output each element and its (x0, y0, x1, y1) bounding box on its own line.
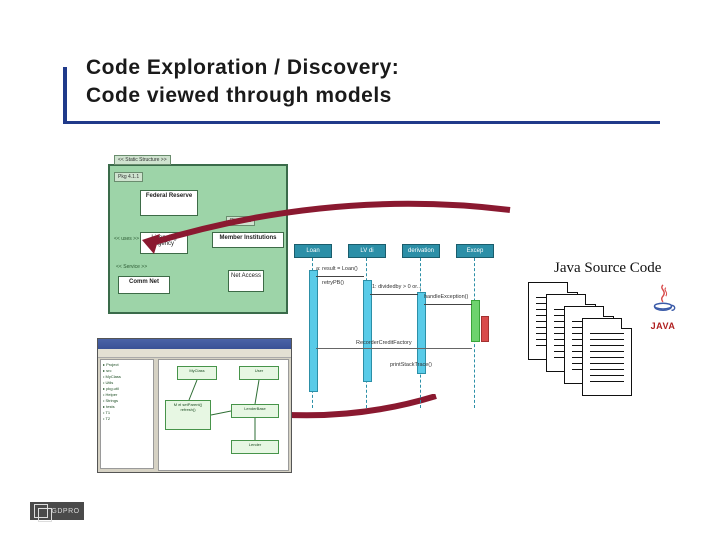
seq-head-0: Loan (294, 244, 332, 258)
title-corner-rule (63, 67, 67, 124)
sequence-diagram: Loan LV di derivation Excep a: result = … (294, 244, 494, 414)
footer-brand-text: GDPRO (51, 508, 79, 515)
cd-service-label: << Service >> (116, 264, 147, 270)
ide-tree: ▸ Project ▸ src • MyClass • Utils ▸ pkg.… (100, 359, 154, 469)
cd-header-tag: << Static Structure >> (114, 155, 171, 165)
java-logo: JAVA (644, 282, 682, 332)
footer-brand-icon (34, 504, 48, 518)
page-4 (582, 318, 632, 396)
seq-act-3b (481, 316, 489, 342)
seq-line-0 (316, 276, 364, 277)
seq-head-1: LV di (348, 244, 386, 258)
page-fold (603, 306, 614, 317)
seq-msg-4: RecorderCreditFactory (356, 340, 412, 346)
ide-toolbar (98, 349, 291, 358)
java-logo-text: JAVA (644, 321, 682, 331)
cd-sub-tag: Pkg 4.1.1 (114, 172, 143, 182)
java-source-label: Java Source Code (554, 260, 661, 277)
ide-arrows-icon (159, 360, 291, 470)
seq-head-2: derivation (402, 244, 440, 258)
ide-titlebar (98, 339, 291, 349)
seq-msg-3: handleException() (424, 294, 468, 300)
seq-act-0 (309, 270, 318, 392)
seq-msg-5: printStackTrace() (390, 362, 432, 368)
footer-brand: GDPRO (30, 502, 84, 520)
seq-line-4 (316, 348, 472, 349)
slide-title: Code Exploration / Discovery: Code viewe… (86, 54, 399, 111)
seq-act-3 (471, 300, 480, 342)
page-fold (585, 294, 596, 305)
title-line-1: Code Exploration / Discovery: (86, 54, 399, 82)
seq-line-2 (370, 294, 418, 295)
seq-line-3 (424, 304, 472, 305)
seq-head-3: Excep (456, 244, 494, 258)
seq-msg-2: 1: dividedby > 0 or... (372, 284, 421, 290)
seq-msg-1: retryPB() (322, 280, 344, 286)
title-underline (64, 121, 660, 124)
cd-box-comm: Comm Net (118, 276, 170, 294)
seq-msg-0: a: result = Loan() (316, 266, 358, 272)
ide-canvas: MyClass User M el setParent() refresh() … (158, 359, 289, 471)
title-line-2: Code viewed through models (86, 82, 399, 110)
page-fold (621, 318, 632, 329)
seq-act-1 (363, 280, 372, 382)
ide-screenshot: ▸ Project ▸ src • MyClass • Utils ▸ pkg.… (97, 338, 292, 473)
cd-box-net: Net Access (228, 270, 264, 292)
java-cup-icon (648, 282, 678, 316)
page-fold (567, 282, 578, 293)
